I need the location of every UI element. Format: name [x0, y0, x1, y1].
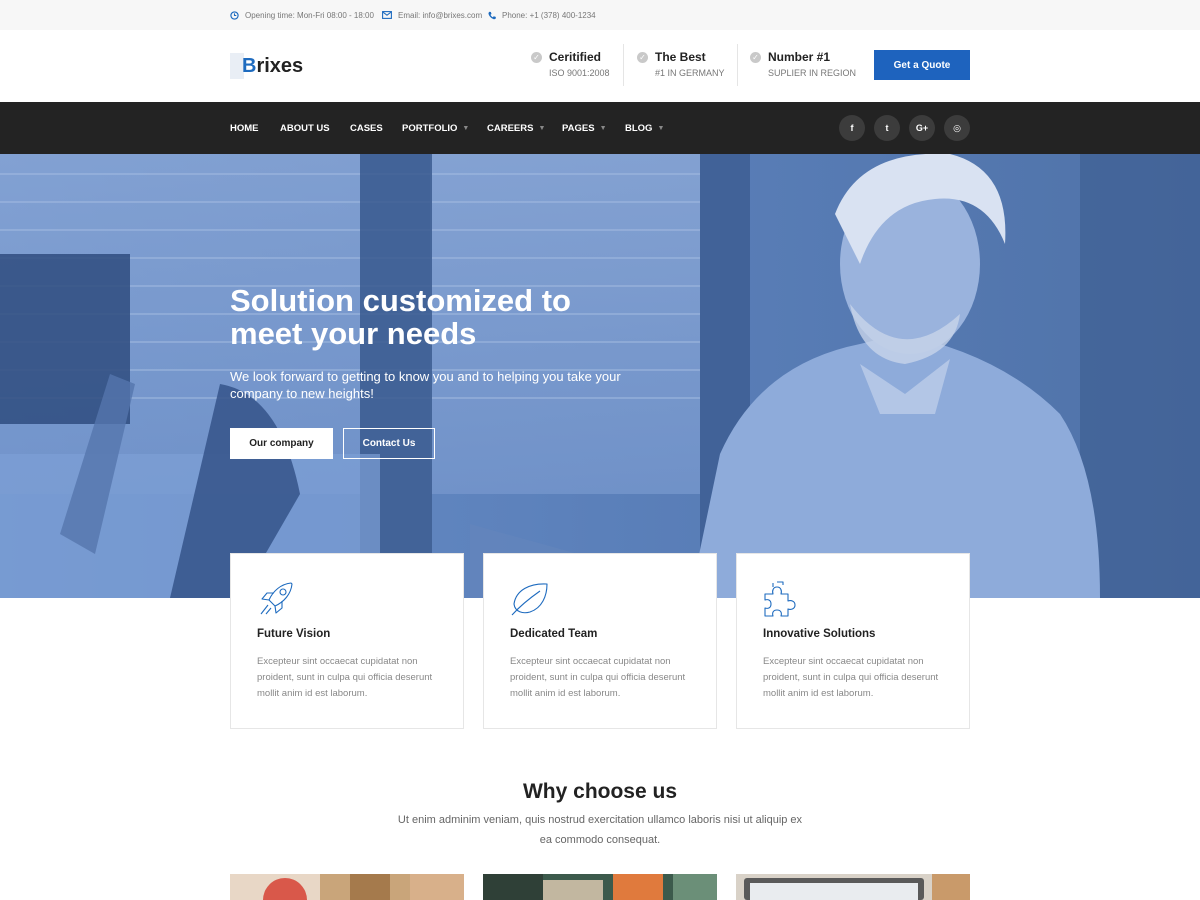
main-navigation: HOME ABOUT US CASES PORTFOLIO ▼ CAREERS ▼ … [0, 102, 1200, 154]
facebook-icon[interactable]: f [839, 115, 865, 141]
card-title: Future Vision [257, 628, 331, 640]
thumbnail-image [736, 874, 970, 900]
nav-item-label: HOME [230, 122, 259, 134]
check-circle-icon: ✓ [531, 52, 542, 63]
nav-item-blog[interactable]: BLOG ▼ [625, 102, 664, 154]
top-info-bar: Opening time: Mon-Fri 08:00 - 18:00 Emai… [0, 0, 1200, 30]
chevron-down-icon: ▼ [462, 124, 470, 132]
nav-item-about-us[interactable]: ABOUT US [280, 102, 330, 154]
nav-item-label: BLOG [625, 122, 653, 134]
nav-item-careers[interactable]: CAREERS ▼ [487, 102, 545, 154]
check-circle-icon: ✓ [637, 52, 648, 63]
nav-item-label: PORTFOLIO [402, 122, 458, 134]
feature-title: Ceritified [549, 50, 602, 64]
hero-title: Solution customized to meet your needs [230, 283, 571, 351]
nav-item-home[interactable]: HOME [230, 102, 259, 154]
clock-icon [230, 10, 239, 20]
section-subtitle: Ut enim adminim veniam, quis nostrud exe… [397, 814, 803, 846]
our-company-button[interactable]: Our company [230, 428, 333, 459]
divider [737, 44, 738, 86]
email-info[interactable]: Email: info@brixes.com [382, 0, 482, 30]
site-header: Brixes ✓ Ceritified ISO 9001:2008 ✓ The … [0, 30, 1200, 102]
divider [623, 44, 624, 86]
chevron-down-icon: ▼ [538, 124, 546, 132]
nav-item-label: CAREERS [487, 122, 534, 134]
puzzle-icon [764, 581, 796, 617]
get-a-quote-button[interactable]: Get a Quote [874, 50, 970, 80]
hero-description: We look forward to getting to know you a… [230, 369, 621, 401]
leaf-icon [511, 583, 548, 616]
card-title: Innovative Solutions [763, 628, 876, 640]
feature-card-innovative-solutions: Innovative Solutions Excepteur sint occa… [736, 553, 970, 729]
nav-item-label: PAGES [562, 122, 595, 134]
email-text[interactable]: Email: info@brixes.com [398, 11, 482, 20]
google-plus-icon[interactable]: G+ [909, 115, 935, 141]
opening-hours-text: Opening time: Mon-Fri 08:00 - 18:00 [245, 10, 374, 20]
service-thumbnail[interactable] [230, 874, 464, 900]
feature-subtitle: SUPLIER IN REGION [768, 68, 857, 78]
nav-item-label: ABOUT US [280, 122, 330, 134]
chevron-down-icon: ▼ [599, 124, 607, 132]
feature-subtitle: #1 IN GERMANY [655, 68, 725, 78]
feature-title: Number #1 [768, 50, 831, 64]
phone-icon [488, 11, 496, 20]
contact-us-button[interactable]: Contact Us [343, 428, 435, 459]
twitter-icon[interactable]: t [874, 115, 900, 141]
card-title: Dedicated Team [510, 628, 598, 640]
envelope-icon [382, 11, 392, 19]
logo-text: rixes [256, 54, 304, 77]
phone-info[interactable]: Phone: +1 (378) 400-1234 [488, 0, 596, 30]
phone-text[interactable]: Phone: +1 (378) 400-1234 [502, 11, 596, 20]
nav-item-cases[interactable]: CASES [350, 102, 383, 154]
hero-banner: Solution customized to meet your needs W… [0, 154, 1200, 598]
feature-card-dedicated-team: Dedicated Team Excepteur sint occaecat c… [483, 553, 717, 729]
nav-item-label: CASES [350, 122, 383, 134]
card-description: Excepteur sint occaecat cupidatat non pr… [510, 656, 686, 699]
nav-item-pages[interactable]: PAGES ▼ [562, 102, 607, 154]
logo-initial: B [242, 54, 257, 77]
feature-title: The Best [655, 50, 706, 64]
feature-subtitle: ISO 9001:2008 [549, 68, 610, 78]
instagram-icon[interactable]: ◎ [944, 115, 970, 141]
opening-hours: Opening time: Mon-Fri 08:00 - 18:00 [230, 0, 374, 30]
service-thumbnail[interactable] [736, 874, 970, 900]
service-thumbnail[interactable] [483, 874, 717, 900]
card-description: Excepteur sint occaecat cupidatat non pr… [257, 656, 433, 699]
card-description: Excepteur sint occaecat cupidatat non pr… [763, 656, 939, 699]
thumbnail-image [483, 874, 717, 900]
feature-card-future-vision: Future Vision Excepteur sint occaecat cu… [230, 553, 464, 729]
check-circle-icon: ✓ [750, 52, 761, 63]
section-title: Why choose us [522, 780, 678, 803]
rocket-icon [260, 582, 293, 615]
nav-item-portfolio[interactable]: PORTFOLIO ▼ [402, 102, 469, 154]
brand-logo[interactable]: Brixes [230, 52, 303, 80]
thumbnail-image [230, 874, 464, 900]
chevron-down-icon: ▼ [657, 124, 665, 132]
